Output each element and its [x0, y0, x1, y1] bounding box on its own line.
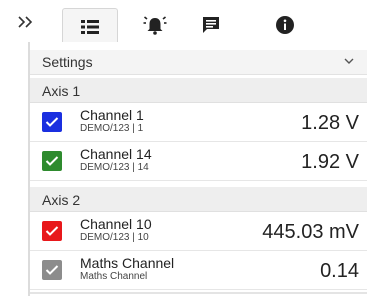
info-icon — [276, 16, 294, 34]
channel-checkbox[interactable] — [42, 151, 62, 171]
chevron-down-icon — [344, 58, 354, 64]
channel-value: 1.92 V — [301, 151, 359, 173]
channel-row-channel-14[interactable]: Channel 14 DEMO/123 | 14 1.92 V — [30, 142, 367, 181]
checkmark-icon — [45, 265, 59, 275]
channel-source: DEMO/123 | 1 — [80, 123, 144, 134]
settings-header[interactable]: Settings — [30, 50, 367, 75]
channel-name: Channel 10 — [80, 216, 152, 232]
alarm-bell-icon — [143, 16, 167, 35]
double-chevron-right-icon — [18, 16, 33, 28]
channel-list-panel: Settings Axis 1 Channel 1 DEMO/123 | 1 1… — [28, 42, 367, 296]
list-icon — [81, 19, 99, 34]
settings-label: Settings — [42, 54, 93, 70]
tab-alarms[interactable] — [128, 8, 182, 42]
channel-value: 0.14 — [320, 260, 359, 282]
panel-bottom-divider — [30, 292, 367, 294]
checkmark-icon — [45, 117, 59, 127]
channel-checkbox[interactable] — [42, 221, 62, 241]
axis-label: Axis 1 — [42, 83, 81, 99]
channel-name: Channel 14 — [80, 146, 152, 162]
tab-bar — [0, 0, 367, 44]
channel-panel-app: Settings Axis 1 Channel 1 DEMO/123 | 1 1… — [0, 0, 367, 296]
checkmark-icon — [45, 156, 59, 166]
tab-info[interactable] — [258, 8, 312, 42]
tab-comments[interactable] — [184, 8, 238, 42]
channel-source: Maths Channel — [80, 271, 148, 282]
channel-name: Channel 1 — [80, 107, 144, 123]
channel-source: DEMO/123 | 14 — [80, 162, 149, 173]
channel-source: DEMO/123 | 10 — [80, 232, 149, 243]
channel-row-maths-channel[interactable]: Maths Channel Maths Channel 0.14 — [30, 251, 367, 290]
axis-2-header: Axis 2 — [30, 187, 367, 212]
comment-icon — [203, 17, 219, 33]
expand-panel-button[interactable] — [12, 10, 40, 34]
channel-name: Maths Channel — [80, 255, 175, 271]
channel-value: 1.28 V — [301, 112, 359, 134]
axis-1-header: Axis 1 — [30, 78, 367, 103]
channel-value: 445.03 mV — [262, 221, 359, 243]
channel-row-channel-1[interactable]: Channel 1 DEMO/123 | 1 1.28 V — [30, 103, 367, 142]
channel-checkbox[interactable] — [42, 260, 62, 280]
checkmark-icon — [45, 226, 59, 236]
channel-checkbox[interactable] — [42, 112, 62, 132]
channel-row-channel-10[interactable]: Channel 10 DEMO/123 | 10 445.03 mV — [30, 212, 367, 251]
axis-label: Axis 2 — [42, 192, 81, 208]
tab-channels[interactable] — [62, 8, 118, 44]
